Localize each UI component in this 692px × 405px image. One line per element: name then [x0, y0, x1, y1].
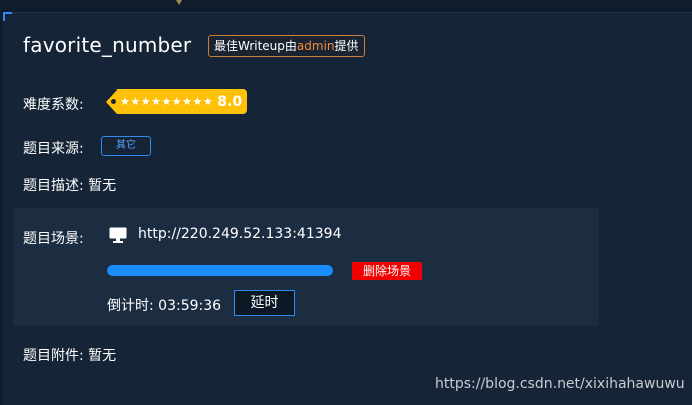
writeup-suffix: 提供 — [334, 39, 359, 53]
difficulty-tag: ★★★★★★★★★ 8.0 — [106, 89, 248, 114]
tag-hole — [111, 99, 116, 104]
writeup-prefix: 最佳Writeup由 — [214, 39, 297, 53]
difficulty-label: 难度系数: — [23, 97, 84, 113]
monitor-icon — [109, 227, 127, 243]
source-badge: 其它 — [101, 136, 151, 156]
countdown-label: 倒计时: — [107, 298, 154, 314]
challenge-title: favorite_number — [23, 33, 192, 57]
attachments-label: 题目附件: — [23, 348, 84, 364]
tag-body: ★★★★★★★★★ 8.0 — [111, 89, 248, 114]
scene-label: 题目场景: — [23, 231, 84, 247]
source-label: 题目来源: — [23, 141, 84, 157]
scene-progress-bar — [107, 265, 333, 276]
description-label: 题目描述: 暂无 — [23, 175, 116, 195]
delete-scene-button[interactable]: 删除场景 — [352, 262, 422, 280]
attachments-value: 暂无 — [88, 348, 117, 364]
countdown-value: 03:59:36 — [158, 298, 222, 314]
extend-time-button[interactable]: 延时 — [234, 290, 295, 316]
blog-watermark: https://blog.csdn.net/xixihahawuwu — [435, 376, 685, 392]
countdown: 倒计时: 03:59:36 — [107, 295, 221, 315]
best-writeup-badge[interactable]: 最佳Writeup由admin提供 — [208, 35, 365, 57]
writeup-author[interactable]: admin — [297, 39, 335, 53]
difficulty-score: 8.0 — [217, 93, 243, 110]
attachments-row: 题目附件: 暂无 — [23, 345, 116, 365]
description-label-text: 题目描述: — [23, 178, 84, 194]
description-value: 暂无 — [88, 178, 117, 194]
scene-progress-fill — [107, 265, 333, 276]
difficulty-stars: ★★★★★★★★★ — [120, 95, 214, 108]
panel-corner-accent — [3, 12, 12, 21]
scene-url-link[interactable]: http://220.249.52.133:41394 — [138, 226, 341, 242]
top-marker — [176, 0, 182, 5]
